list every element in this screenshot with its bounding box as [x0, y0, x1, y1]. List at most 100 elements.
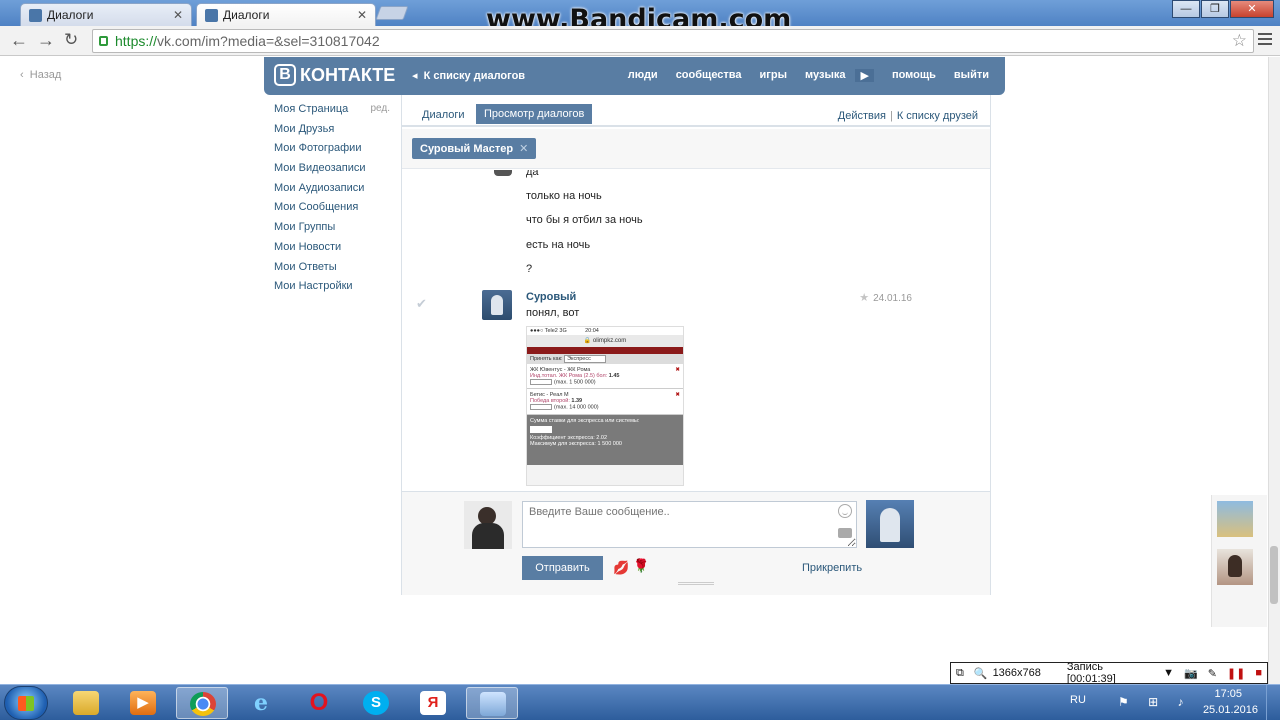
menu-item-photos[interactable]: Мои Фотографии: [274, 142, 394, 162]
read-check-icon[interactable]: ✔: [416, 296, 427, 312]
yandex-button[interactable]: Я: [407, 687, 459, 719]
rose-sticker-icon[interactable]: 🌹: [633, 558, 649, 574]
remove-peer-icon[interactable]: ✕: [519, 143, 528, 155]
back-to-dialogs-link[interactable]: ◂ К списку диалогов: [412, 69, 525, 82]
maximize-button[interactable]: ❐: [1201, 0, 1229, 18]
peer-avatar[interactable]: [866, 500, 914, 548]
show-desktop-button[interactable]: [1266, 685, 1280, 720]
menu-item-answers[interactable]: Мои Ответы: [274, 261, 394, 281]
ie-button[interactable]: e: [235, 687, 287, 719]
back-arrow-icon[interactable]: ←: [10, 30, 28, 51]
back-to-dialogs-label: К списку диалогов: [423, 70, 526, 82]
message-date[interactable]: ★ 24.01.16: [859, 291, 912, 304]
resize-grip[interactable]: [678, 582, 714, 585]
forward-arrow-icon[interactable]: →: [37, 30, 55, 51]
message-text: понял, вот: [526, 307, 580, 319]
peer-chip[interactable]: Суровый Мастер ✕: [412, 138, 537, 159]
reload-icon[interactable]: ↻: [64, 30, 78, 50]
window-mode-icon[interactable]: ⧉: [956, 667, 964, 680]
actions-link[interactable]: Действия: [838, 110, 886, 122]
bookmark-star-icon[interactable]: ☆: [1232, 31, 1247, 51]
menu-item-messages[interactable]: Мои Сообщения: [274, 201, 394, 221]
menu-item-settings[interactable]: Мои Настройки: [274, 280, 394, 300]
menu-item-audio[interactable]: Мои Аудиозаписи: [274, 182, 394, 202]
menu-item-groups[interactable]: Мои Группы: [274, 221, 394, 241]
attached-photo[interactable]: ●●●○ Tele2 3G 20:04 🔒 olimpkz.com Принят…: [526, 326, 684, 486]
minimize-button[interactable]: —: [1172, 0, 1200, 18]
chrome-button[interactable]: [176, 687, 228, 719]
explorer-button[interactable]: [60, 687, 112, 719]
friend-avatar[interactable]: [1217, 501, 1253, 537]
message-text: есть на ночь: [526, 239, 591, 251]
zoom-icon[interactable]: 🔍: [974, 667, 988, 680]
lips-sticker-icon[interactable]: 💋: [613, 560, 629, 576]
recorder-resolution: 1366x768: [992, 667, 1041, 679]
draw-icon[interactable]: ✎: [1208, 667, 1217, 680]
photo-url: 🔒 olimpkz.com: [527, 335, 683, 347]
message-input[interactable]: [522, 501, 857, 548]
control-panel-button[interactable]: [466, 687, 518, 719]
media-player-button[interactable]: ▶: [117, 687, 169, 719]
tab-close-icon[interactable]: ✕: [173, 8, 183, 22]
tray-icons[interactable]: ⚑ ⊞ ♪: [1118, 695, 1191, 709]
menu-item-videos[interactable]: Мои Видеозаписи: [274, 162, 394, 182]
max-value: 1 500 000: [597, 440, 622, 447]
tab-dialogs[interactable]: Диалоги: [414, 105, 473, 125]
url-bar[interactable]: https://vk.com/im?media=&sel=310817042 ☆: [92, 29, 1254, 53]
screenshot-icon[interactable]: 📷: [1184, 667, 1198, 680]
my-avatar[interactable]: [464, 501, 512, 549]
browser-tab-1[interactable]: Диалоги ✕: [20, 3, 192, 26]
photo-accept-row: Принять как: Экспресс: [527, 354, 683, 364]
pause-icon[interactable]: ❚❚: [1227, 667, 1245, 680]
opera-button[interactable]: O: [293, 687, 345, 719]
menu-item-my-page[interactable]: Моя Страница ред.: [274, 103, 394, 123]
send-button[interactable]: Отправить: [522, 556, 603, 580]
attach-link[interactable]: Прикрепить: [802, 562, 862, 574]
close-window-button[interactable]: ✕: [1230, 0, 1274, 18]
scroll-thumb[interactable]: [1270, 546, 1278, 604]
message-composer: Отправить 💋 🌹 Прикрепить: [402, 491, 990, 595]
clock-date[interactable]: 25.01.2016: [1203, 704, 1258, 716]
system-tray: RU ⚑ ⊞ ♪ 17:05 25.01.2016: [1070, 685, 1280, 720]
menu-item-news[interactable]: Мои Новости: [274, 241, 394, 261]
browser-tab-2[interactable]: Диалоги ✕: [196, 3, 376, 26]
browser-menu-icon[interactable]: [1258, 33, 1272, 48]
language-indicator[interactable]: RU: [1070, 694, 1086, 706]
friends-list-link[interactable]: К списку друзей: [897, 110, 978, 122]
nav-communities[interactable]: сообщества: [676, 69, 742, 82]
clock-time[interactable]: 17:05: [1214, 688, 1242, 700]
page-back-link[interactable]: ‹ Назад: [20, 69, 61, 81]
nav-people[interactable]: люди: [628, 69, 658, 82]
vk-logo-text: КОНТАКТЕ: [300, 64, 396, 85]
message-text: ?: [526, 263, 533, 275]
message-history[interactable]: да только на ночь что бы я отбил за ночь…: [402, 170, 990, 490]
nav-help[interactable]: помощь: [892, 69, 936, 82]
tab-title: Диалоги: [47, 8, 94, 22]
peer-bar: Суровый Мастер ✕: [402, 129, 990, 169]
nav-more-icon[interactable]: ▶: [855, 69, 874, 82]
nav-games[interactable]: игры: [760, 69, 787, 82]
skype-button[interactable]: S: [350, 687, 402, 719]
emoji-icon[interactable]: [838, 504, 852, 518]
page-scrollbar[interactable]: [1268, 57, 1280, 684]
dropdown-icon[interactable]: ▼: [1163, 667, 1174, 679]
start-button[interactable]: [4, 686, 48, 720]
tab-close-icon[interactable]: ✕: [357, 8, 367, 22]
stop-icon[interactable]: ■: [1255, 667, 1262, 679]
tab-view-dialogs[interactable]: Просмотр диалогов: [476, 104, 593, 124]
vk-logo[interactable]: В КОНТАКТЕ: [274, 64, 395, 86]
nav-music[interactable]: музыка: [805, 69, 845, 82]
message-text: что бы я отбил за ночь: [526, 214, 643, 226]
edit-link[interactable]: ред.: [370, 103, 390, 114]
content-tabs: Диалоги Просмотр диалогов Действия | К спи…: [402, 95, 990, 127]
new-tab-button[interactable]: [375, 6, 409, 20]
avatar: [494, 170, 512, 176]
message-author[interactable]: Суровый: [526, 291, 576, 303]
nav-logout[interactable]: выйти: [954, 69, 989, 82]
vk-logo-icon: В: [274, 64, 296, 86]
friend-avatar[interactable]: [1217, 549, 1253, 585]
camera-icon[interactable]: [838, 528, 852, 538]
author-avatar[interactable]: [482, 290, 512, 320]
menu-item-label: Моя Страница: [274, 103, 349, 115]
menu-item-friends[interactable]: Мои Друзья: [274, 123, 394, 143]
